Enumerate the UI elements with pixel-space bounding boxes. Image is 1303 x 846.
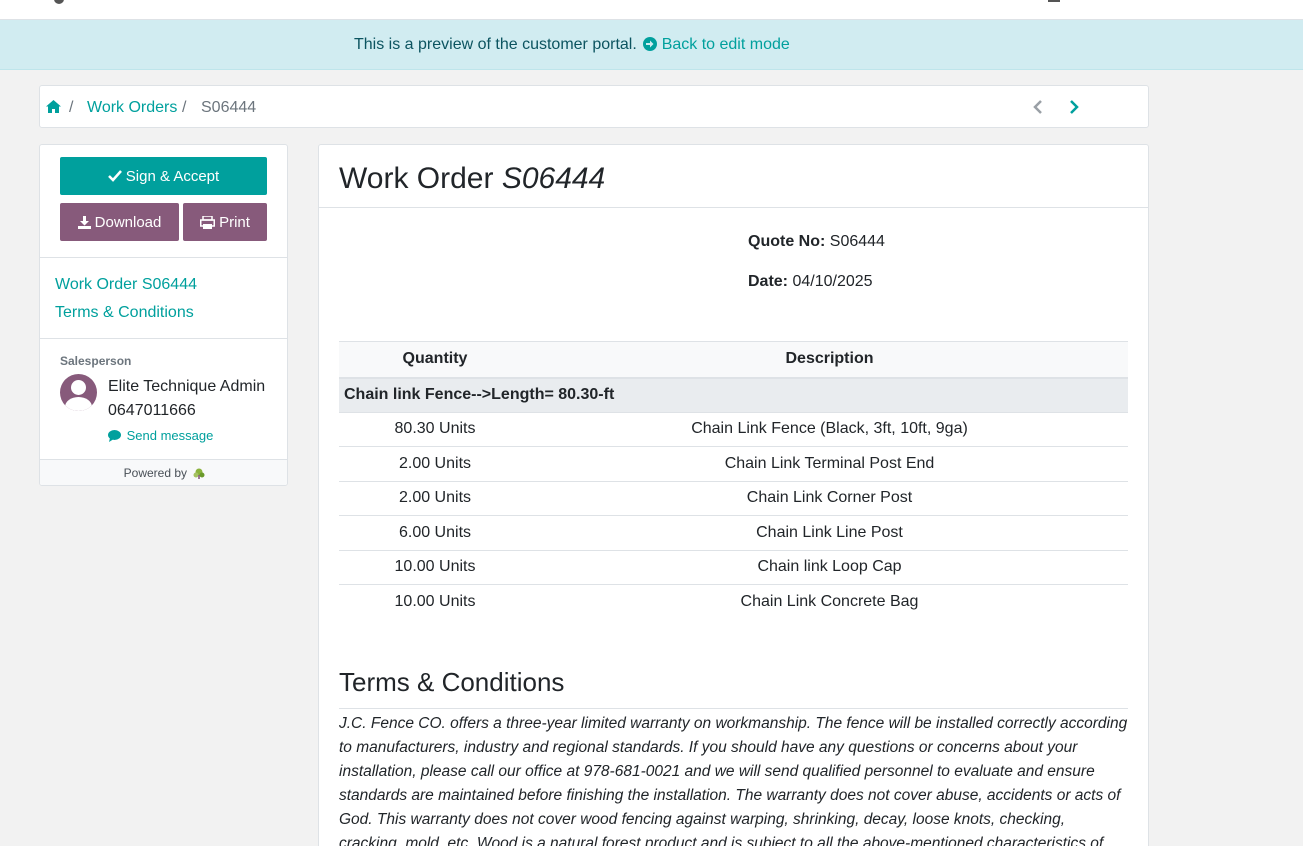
chevron-left-icon[interactable] xyxy=(1032,99,1044,120)
line-quantity: 10.00 Units xyxy=(339,550,531,585)
sidebar-card: Sign & Accept Download Print Work Order … xyxy=(39,144,288,486)
title-prefix: Work Order xyxy=(339,162,494,195)
breadcrumb-work-orders[interactable]: Work Orders xyxy=(87,99,177,117)
column-header-description: Description xyxy=(531,341,1128,379)
line-quantity: 2.00 Units xyxy=(339,481,531,516)
column-header-quantity: Quantity xyxy=(339,341,531,379)
preview-message: This is a preview of the customer portal… xyxy=(354,36,637,53)
powered-by: Powered by xyxy=(40,459,287,485)
terms-title: Terms & Conditions xyxy=(339,667,565,697)
table-row: 6.00 Units Chain Link Line Post xyxy=(339,515,1128,551)
preview-banner: This is a preview of the customer portal… xyxy=(0,20,1303,70)
nav-link-terms[interactable]: Terms & Conditions xyxy=(55,304,194,322)
line-description: Chain Link Terminal Post End xyxy=(531,446,1128,482)
download-icon xyxy=(77,215,91,229)
salesperson-phone: 0647011666 xyxy=(108,402,196,419)
line-description: Chain Link Corner Post xyxy=(531,481,1128,516)
download-button[interactable]: Download xyxy=(60,203,179,241)
print-label: Print xyxy=(219,213,250,231)
quote-value: S06444 xyxy=(829,233,885,250)
line-description: Chain Link Fence (Black, 3ft, 10ft, 9ga) xyxy=(531,412,1128,447)
table-row: 80.30 Units Chain Link Fence (Black, 3ft… xyxy=(339,412,1128,447)
print-button[interactable]: Print xyxy=(183,203,267,241)
breadcrumb-separator: / xyxy=(182,99,187,116)
line-quantity: 2.00 Units xyxy=(339,446,531,482)
download-label: Download xyxy=(94,213,162,231)
sign-accept-button[interactable]: Sign & Accept xyxy=(60,157,267,195)
brand-logo-icon xyxy=(193,468,205,479)
order-lines-table: Quantity Description Chain link Fence-->… xyxy=(339,341,1128,619)
printer-icon xyxy=(200,215,216,229)
back-to-edit-label: Back to edit mode xyxy=(661,36,790,53)
table-row: 2.00 Units Chain Link Corner Post xyxy=(339,481,1128,516)
order-number: S06444 xyxy=(501,162,606,195)
check-icon xyxy=(107,170,122,182)
arrow-right-icon xyxy=(643,37,658,51)
top-navbar xyxy=(0,0,1303,20)
nav-link-work-order[interactable]: Work Order S06444 xyxy=(55,276,197,294)
date-row: Date: 04/10/2025 xyxy=(748,273,873,291)
table-header-row: Quantity Description xyxy=(339,341,1128,379)
breadcrumb-separator: / xyxy=(69,99,74,116)
line-description: Chain Link Concrete Bag xyxy=(740,593,919,610)
page-title: Work Order S06444 xyxy=(339,162,605,196)
terms-text: J.C. Fence CO. offers a three-year limit… xyxy=(339,715,1128,846)
divider xyxy=(40,257,287,258)
table-row: 10.00 Units Chain Link Concrete Bag xyxy=(339,585,1128,620)
breadcrumb-current: S06444 xyxy=(201,99,257,116)
section-row: Chain link Fence-->Length= 80.30-ft xyxy=(339,377,1128,413)
avatar xyxy=(60,374,97,411)
date-value: 04/10/2025 xyxy=(792,273,873,290)
send-message-label: Send message xyxy=(126,428,214,443)
table-row: 10.00 Units Chain link Loop Cap xyxy=(339,550,1128,585)
user-menu-icon[interactable] xyxy=(1048,0,1060,2)
home-icon[interactable] xyxy=(46,100,61,118)
chevron-right-icon[interactable] xyxy=(1068,99,1080,120)
line-quantity: 6.00 Units xyxy=(339,515,531,551)
quote-number-row: Quote No: S06444 xyxy=(748,233,885,251)
salesperson-label: Salesperson xyxy=(60,354,132,368)
powered-by-label: Powered by xyxy=(123,466,188,480)
send-message-link[interactable]: Send message xyxy=(108,428,213,443)
divider xyxy=(40,338,287,339)
table-row: 2.00 Units Chain Link Terminal Post End xyxy=(339,446,1128,482)
logo-icon[interactable] xyxy=(54,0,64,4)
card-header: Work Order S06444 xyxy=(319,145,1148,208)
line-quantity: 10.00 Units xyxy=(394,593,476,610)
work-order-card: Work Order S06444 Quote No: S06444 Date:… xyxy=(318,144,1149,846)
section-label: Chain link Fence-->Length= 80.30-ft xyxy=(339,377,1128,413)
breadcrumb: / Work Orders / S06444 xyxy=(39,85,1149,128)
divider xyxy=(339,708,1128,709)
line-quantity: 80.30 Units xyxy=(339,412,531,447)
back-to-edit-link[interactable]: Back to edit mode xyxy=(641,36,790,53)
sign-accept-label: Sign & Accept xyxy=(125,167,220,185)
quote-label: Quote No: xyxy=(748,233,826,250)
comment-icon xyxy=(108,430,121,442)
date-label: Date: xyxy=(748,273,789,290)
salesperson-name: Elite Technique Admin xyxy=(108,378,266,395)
line-description: Chain link Loop Cap xyxy=(531,550,1128,585)
line-description: Chain Link Line Post xyxy=(531,515,1128,551)
